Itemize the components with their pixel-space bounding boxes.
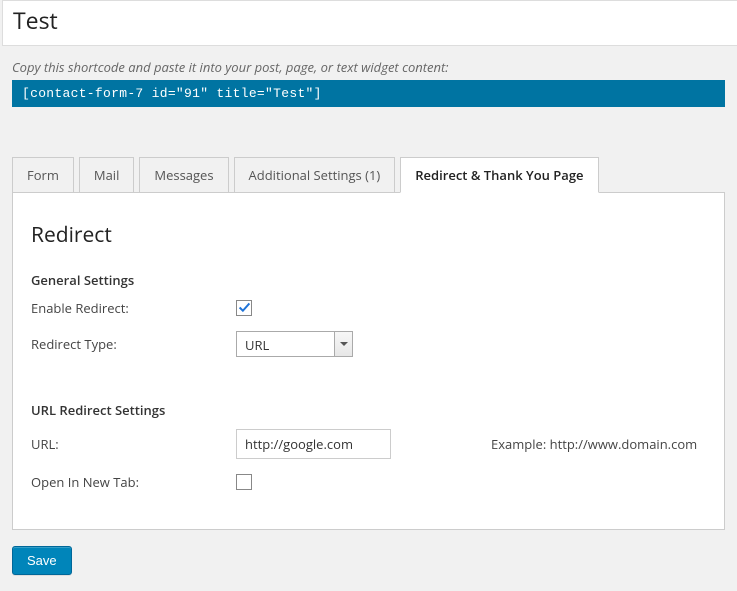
row-redirect-type: Redirect Type: URL bbox=[31, 331, 706, 357]
redirect-type-select[interactable]: URL bbox=[236, 331, 353, 357]
open-new-tab-checkbox[interactable] bbox=[236, 474, 252, 490]
check-icon bbox=[238, 301, 251, 314]
url-label: URL: bbox=[31, 435, 236, 453]
url-redirect-settings-heading: URL Redirect Settings bbox=[31, 401, 706, 419]
shortcode-section: Copy this shortcode and paste it into yo… bbox=[0, 58, 737, 107]
tab-messages[interactable]: Messages bbox=[139, 157, 228, 193]
redirect-type-value: URL bbox=[237, 332, 334, 356]
tab-additional-settings[interactable]: Additional Settings (1) bbox=[234, 157, 396, 193]
enable-redirect-checkbox[interactable] bbox=[236, 300, 252, 316]
row-open-new-tab: Open In New Tab: bbox=[31, 473, 706, 491]
tab-panel-redirect: Redirect General Settings Enable Redirec… bbox=[12, 192, 725, 530]
open-new-tab-label: Open In New Tab: bbox=[31, 473, 236, 491]
tab-redirect-thank-you[interactable]: Redirect & Thank You Page bbox=[400, 157, 598, 193]
row-enable-redirect: Enable Redirect: bbox=[31, 299, 706, 317]
page-title: Test bbox=[13, 7, 727, 35]
title-bar: Test bbox=[2, 0, 737, 46]
panel-heading: Redirect bbox=[31, 221, 706, 249]
redirect-type-label: Redirect Type: bbox=[31, 335, 236, 353]
shortcode-description: Copy this shortcode and paste it into yo… bbox=[12, 58, 725, 76]
url-input[interactable] bbox=[236, 429, 391, 459]
save-button[interactable]: Save bbox=[12, 546, 72, 575]
general-settings-heading: General Settings bbox=[31, 271, 706, 289]
url-example-text: Example: http://www.domain.com bbox=[491, 435, 697, 453]
tab-mail[interactable]: Mail bbox=[79, 157, 134, 193]
chevron-down-icon bbox=[334, 332, 352, 356]
save-section: Save bbox=[0, 530, 737, 591]
tab-form[interactable]: Form bbox=[12, 157, 74, 193]
shortcode-code[interactable]: [contact-form-7 id="91" title="Test"] bbox=[12, 80, 725, 107]
tabs-nav: Form Mail Messages Additional Settings (… bbox=[12, 157, 725, 192]
row-url: URL: Example: http://www.domain.com bbox=[31, 429, 706, 459]
enable-redirect-label: Enable Redirect: bbox=[31, 299, 236, 317]
